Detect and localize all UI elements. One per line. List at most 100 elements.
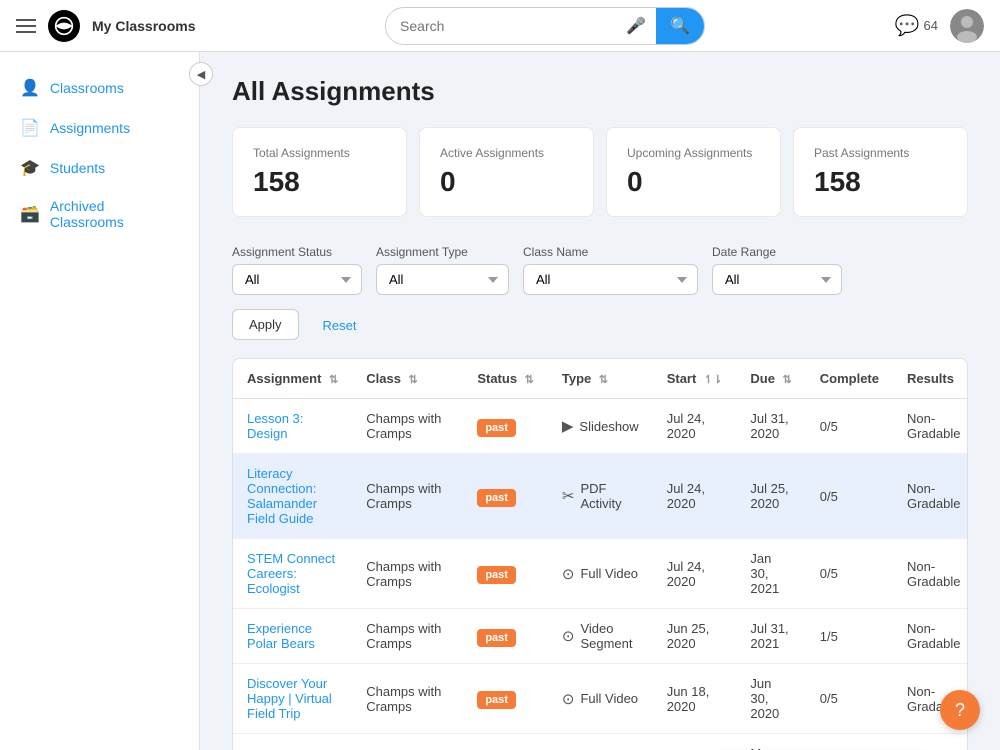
page-title: All Assignments [232, 76, 968, 107]
sidebar-label-classrooms: Classrooms [50, 80, 124, 96]
type-cell: ⊙ Video Segment [548, 609, 653, 664]
notification-count: 64 [924, 18, 938, 33]
class-cell: Champs with Cramps [352, 539, 463, 609]
sort-icon-status: ⇅ [525, 374, 534, 386]
filter-type: Assignment Type All Slideshow PDF Activi… [376, 245, 509, 295]
complete-cell: 0/5 [806, 664, 893, 734]
search-input[interactable] [386, 10, 616, 42]
filter-date: Date Range All [712, 245, 842, 295]
sidebar-label-assignments: Assignments [50, 120, 130, 136]
filter-type-select[interactable]: All Slideshow PDF Activity Full Video Vi… [376, 264, 509, 295]
sort-icon-start: ↿⇂ [704, 374, 722, 386]
sort-icon-assignment: ⇅ [329, 374, 338, 386]
sort-icon-class: ⇅ [409, 374, 418, 386]
mic-button[interactable]: 🎤 [616, 16, 656, 36]
start-cell: Jun 18, 2020 [653, 664, 737, 734]
status-badge: past [477, 489, 516, 507]
filter-date-label: Date Range [712, 245, 842, 259]
type-label: Full Video [580, 566, 638, 581]
notification-badge[interactable]: 💬 64 [895, 13, 938, 38]
class-cell: Champs with Cramps [352, 399, 463, 454]
sidebar-toggle[interactable]: ◀ [189, 62, 213, 86]
filter-status: Assignment Status All Active Past Upcomi… [232, 245, 362, 295]
type-icon: ⊙ [562, 690, 575, 708]
status-cell: past [463, 664, 548, 734]
table-row: Lesson 3: Design Champs with Cramps past… [233, 399, 968, 454]
col-status[interactable]: Status ⇅ [463, 359, 548, 399]
stats-row: Total Assignments 158 Active Assignments… [232, 127, 968, 217]
due-cell: Mar 31, 2021 [736, 734, 805, 750]
due-cell: Jun 30, 2020 [736, 664, 805, 734]
complete-cell: 0/5 [806, 539, 893, 609]
col-assignment[interactable]: Assignment ⇅ [233, 359, 352, 399]
assignment-cell: New York Harbor School [233, 734, 352, 750]
apply-button[interactable]: Apply [232, 309, 299, 340]
status-badge: past [477, 629, 516, 647]
status-cell: past [463, 609, 548, 664]
start-cell: May 14, 2020 [653, 734, 737, 750]
sidebar-item-classrooms[interactable]: 👤 Classrooms [0, 68, 199, 108]
classrooms-icon: 👤 [20, 78, 40, 98]
sidebar-item-archived[interactable]: 🗃️ Archived Classrooms [0, 188, 199, 240]
filter-class-select[interactable]: All Champs with Cramps 051420 CLASSROOM [523, 264, 698, 295]
due-cell: Jan 30, 2021 [736, 539, 805, 609]
sidebar: ◀ 👤 Classrooms 📄 Assignments 🎓 Students … [0, 52, 200, 750]
sort-icon-type: ⇅ [599, 374, 608, 386]
type-cell: ⊙ Video Segment [548, 734, 653, 750]
results-cell: Non-Gradable [893, 399, 968, 454]
top-navigation: My Classrooms 🎤 🔍 💬 64 [0, 0, 1000, 52]
results-cell: Non-Gradable [893, 609, 968, 664]
stat-active-label: Active Assignments [440, 146, 573, 160]
hamburger-menu[interactable] [16, 19, 36, 33]
sidebar-label-archived: Archived Classrooms [50, 198, 179, 230]
due-cell: Jul 31, 2021 [736, 609, 805, 664]
assignments-table: Assignment ⇅ Class ⇅ Status ⇅ Type ⇅ Sta… [232, 358, 968, 750]
assignment-cell: Lesson 3: Design [233, 399, 352, 454]
type-label: Video Segment [580, 621, 638, 651]
type-cell: ▶ Slideshow [548, 399, 653, 454]
assignment-link[interactable]: Discover Your Happy | Virtual Field Trip [247, 676, 332, 721]
complete-cell: 0/5 [806, 454, 893, 539]
results-cell: Non-Gradable [893, 734, 968, 750]
stat-upcoming: Upcoming Assignments 0 [606, 127, 781, 217]
archived-icon: 🗃️ [20, 204, 40, 224]
help-button[interactable]: ? [940, 690, 980, 730]
results-cell: Non-Gradable [893, 454, 968, 539]
sort-icon-due: ⇅ [783, 374, 792, 386]
status-badge: past [477, 691, 516, 709]
brand-logo [48, 10, 80, 42]
type-icon: ⊙ [562, 565, 575, 583]
complete-cell: 1/5 [806, 609, 893, 664]
status-cell: past [463, 399, 548, 454]
col-due[interactable]: Due ⇅ [736, 359, 805, 399]
filter-status-label: Assignment Status [232, 245, 362, 259]
assignment-cell: Literacy Connection: Salamander Field Gu… [233, 454, 352, 539]
reset-button[interactable]: Reset [307, 311, 373, 340]
filter-date-select[interactable]: All [712, 264, 842, 295]
assignment-link[interactable]: Experience Polar Bears [247, 621, 315, 651]
col-start[interactable]: Start ↿⇂ [653, 359, 737, 399]
search-button[interactable]: 🔍 [656, 8, 704, 44]
type-icon: ✂ [562, 487, 575, 505]
assignment-link[interactable]: STEM Connect Careers: Ecologist [247, 551, 335, 596]
complete-cell: 0/5 [806, 399, 893, 454]
table-row: New York Harbor School 051420 CLASSROOM … [233, 734, 968, 750]
col-results: Results [893, 359, 968, 399]
col-class[interactable]: Class ⇅ [352, 359, 463, 399]
type-label: Slideshow [579, 419, 638, 434]
status-cell: past [463, 734, 548, 750]
col-complete: Complete [806, 359, 893, 399]
status-cell: past [463, 539, 548, 609]
type-icon: ▶ [562, 417, 574, 435]
type-label: Full Video [580, 691, 638, 706]
stat-active-value: 0 [440, 166, 573, 198]
col-type[interactable]: Type ⇅ [548, 359, 653, 399]
sidebar-item-assignments[interactable]: 📄 Assignments [0, 108, 199, 148]
sidebar-item-students[interactable]: 🎓 Students [0, 148, 199, 188]
assignment-link[interactable]: Literacy Connection: Salamander Field Gu… [247, 466, 317, 526]
start-cell: Jul 24, 2020 [653, 399, 737, 454]
class-cell: 051420 CLASSROOM [352, 734, 463, 750]
assignment-link[interactable]: Lesson 3: Design [247, 411, 303, 441]
user-avatar[interactable] [950, 9, 984, 43]
filter-status-select[interactable]: All Active Past Upcoming [232, 264, 362, 295]
